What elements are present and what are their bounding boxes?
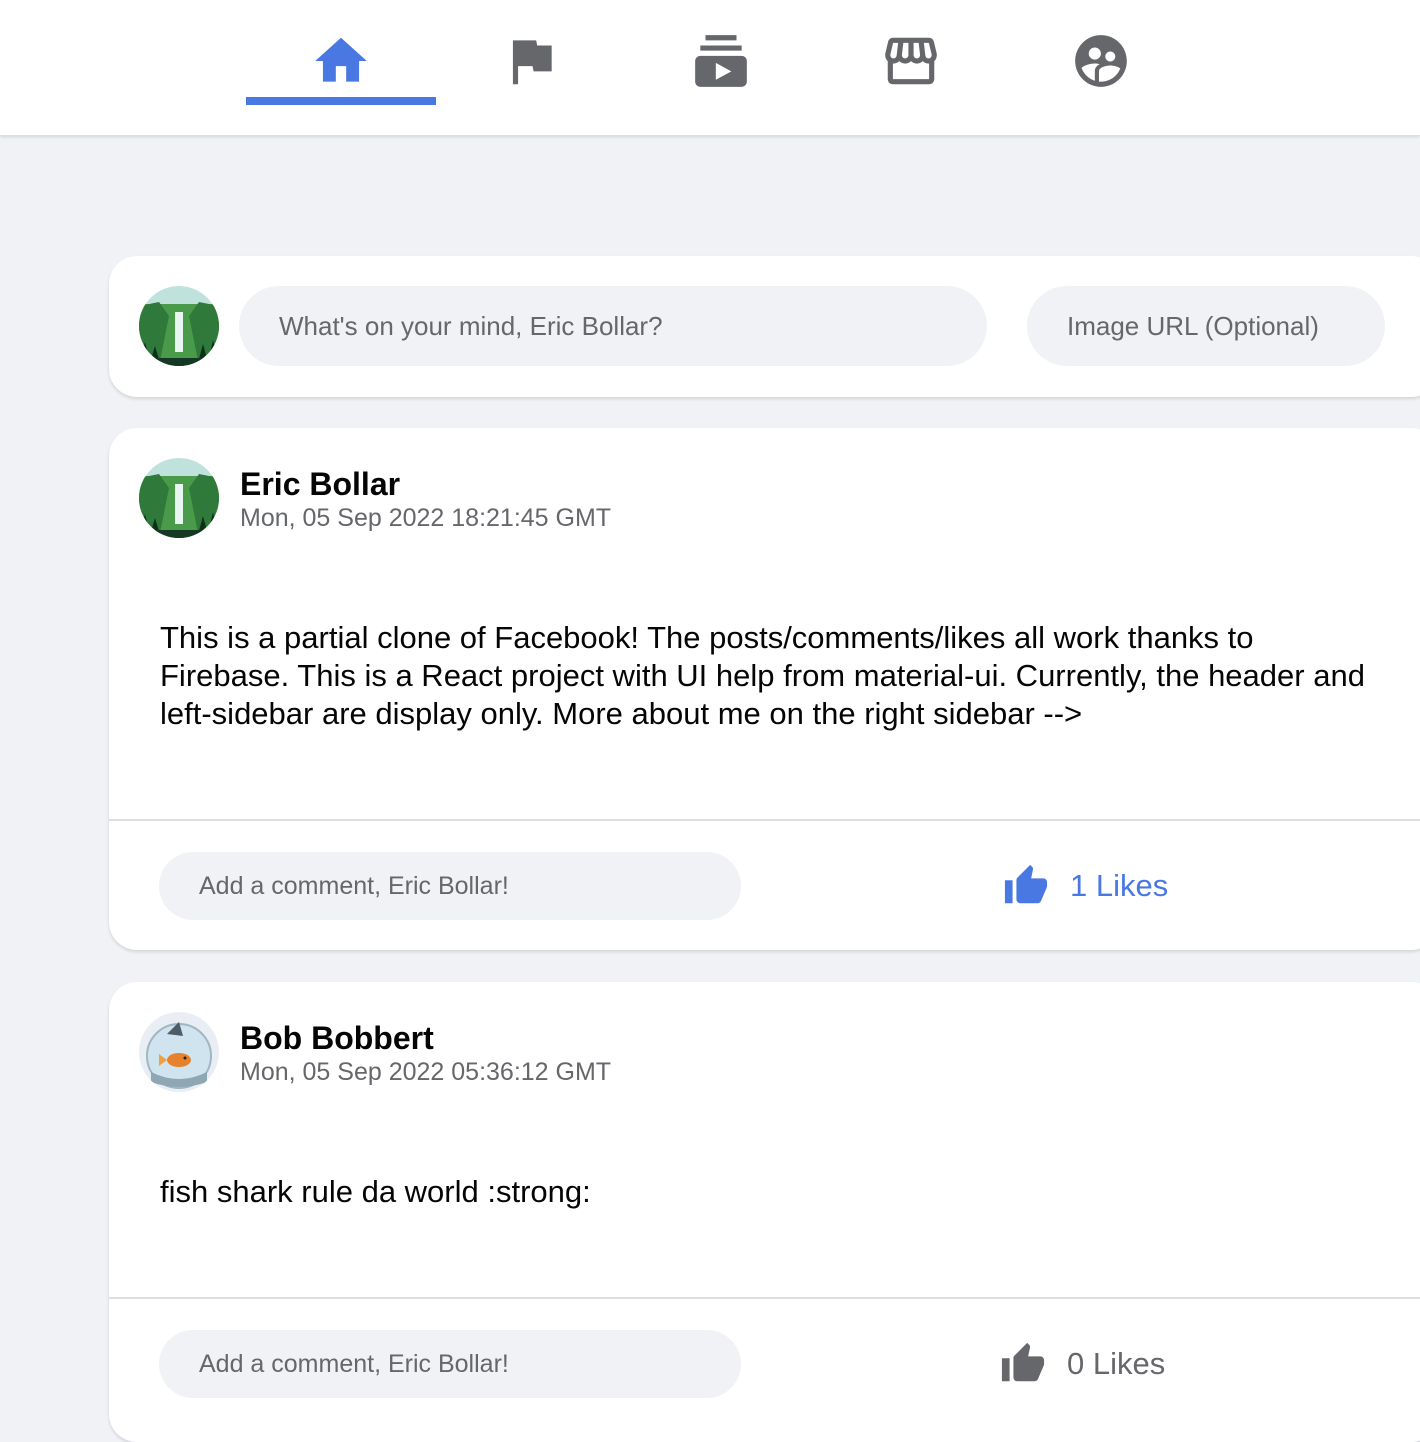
fishbowl-avatar-image [139,1012,219,1092]
tab-pages[interactable] [436,0,626,136]
post-card: Eric Bollar Mon, 05 Sep 2022 18:21:45 GM… [109,428,1420,950]
likes-count: 0 Likes [1067,1346,1166,1381]
storefront-icon [885,37,937,85]
flag-icon [512,40,552,85]
post-author[interactable]: Eric Bollar [240,466,400,503]
divider [109,819,1420,821]
post-composer [109,256,1420,397]
image-url-input[interactable] [1027,286,1385,366]
home-icon [315,37,367,82]
like-button[interactable]: 0 Likes [999,1341,1165,1387]
comment-input[interactable] [159,1330,741,1398]
avatar [139,1012,219,1092]
tab-home[interactable] [246,0,436,136]
divider [109,1297,1420,1299]
tab-groups[interactable] [1006,0,1196,136]
post-text: This is a partial clone of Facebook! The… [160,620,1365,731]
waterfall-avatar-image [139,286,219,366]
post-input[interactable] [239,286,987,366]
post-timestamp: Mon, 05 Sep 2022 18:21:45 GMT [240,504,612,532]
comment-input[interactable] [159,852,741,920]
post-text: fish shark rule da world :strong: [160,1174,591,1209]
thumb-up-icon [1001,1342,1045,1382]
likes-count: 1 Likes [1070,868,1169,903]
waterfall-avatar-image [139,458,219,538]
post-card: Bob Bobbert Mon, 05 Sep 2022 05:36:12 GM… [109,982,1420,1442]
top-header [0,0,1420,136]
supervised-user-icon [1075,35,1127,87]
avatar [139,286,219,366]
post-author[interactable]: Bob Bobbert [240,1020,434,1057]
subscriptions-icon [695,35,747,87]
post-timestamp: Mon, 05 Sep 2022 05:36:12 GMT [240,1058,612,1086]
avatar [139,458,219,538]
like-button[interactable]: 1 Likes [1002,863,1168,909]
thumb-up-icon [1004,864,1048,904]
tab-watch[interactable] [626,0,816,136]
tab-marketplace[interactable] [816,0,1006,136]
